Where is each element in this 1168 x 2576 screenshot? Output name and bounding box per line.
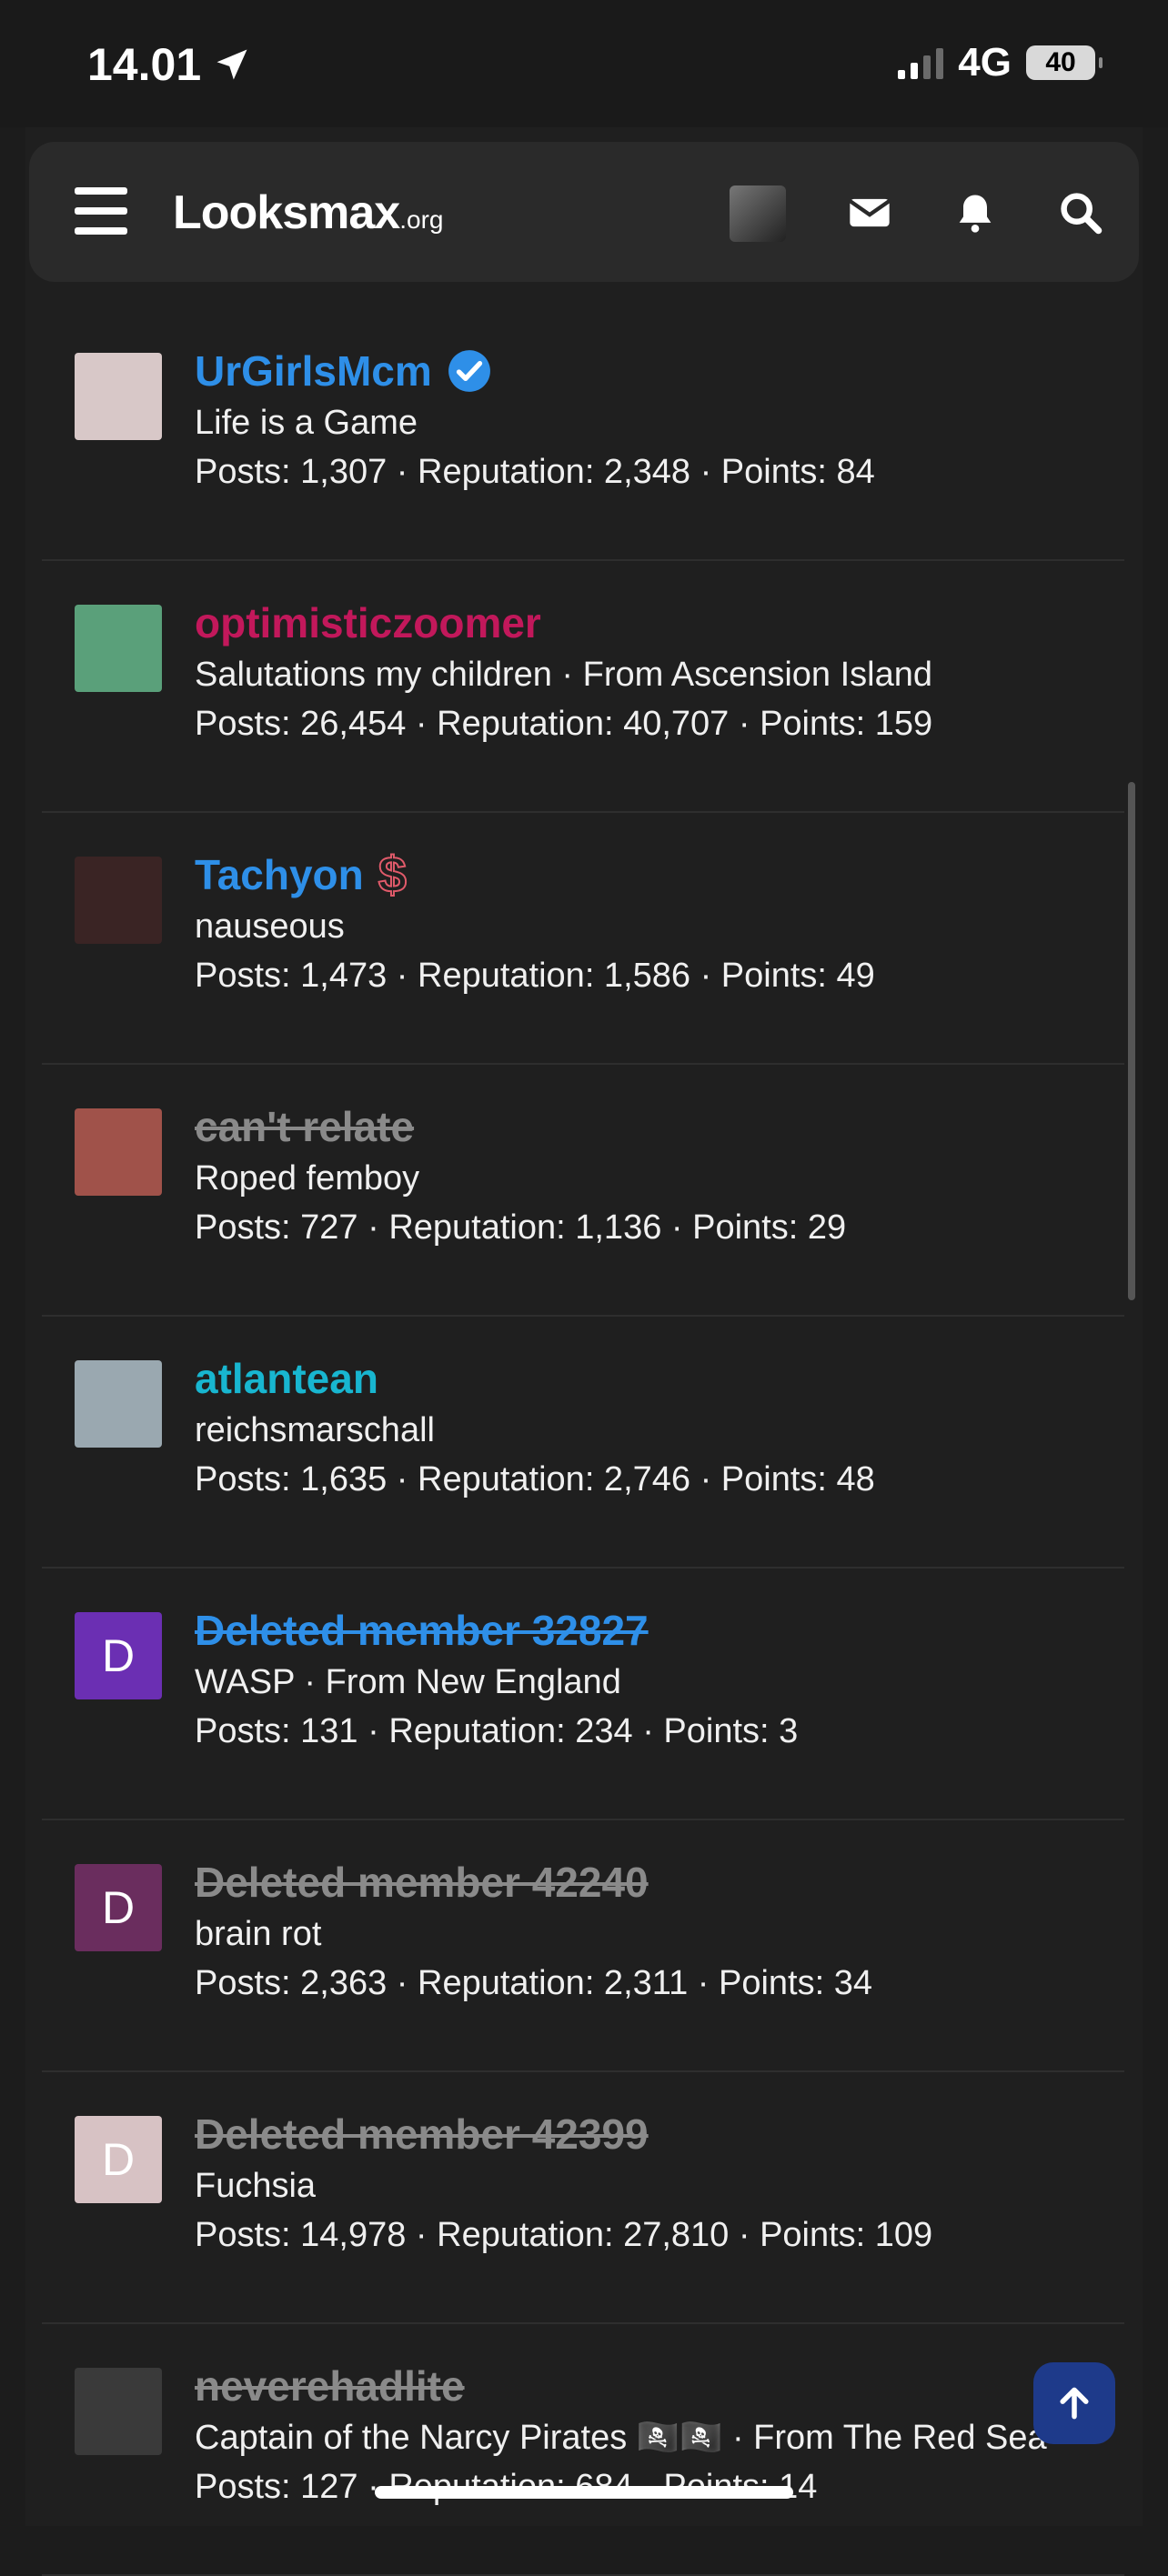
scroll-to-top-button[interactable] [1033, 2362, 1115, 2444]
dollar-badge-icon: $ [378, 846, 408, 903]
member-title: WASP · From New England [195, 1663, 621, 1701]
verified-badge-icon [448, 350, 490, 392]
time-text: 14.01 [87, 39, 202, 90]
home-indicator[interactable] [375, 2486, 793, 2499]
member-avatar[interactable] [75, 2368, 162, 2455]
member-username[interactable]: Tachyon [195, 847, 364, 902]
member-row[interactable]: neverehadlite Captain of the Narcy Pirate… [42, 2324, 1124, 2576]
bell-icon[interactable] [952, 189, 999, 236]
network-type: 4G [958, 40, 1012, 85]
member-username[interactable]: Deleted member 42240 [195, 1855, 649, 1909]
status-indicators: 4G 40 [898, 40, 1103, 85]
member-avatar[interactable] [75, 605, 162, 692]
member-stats: Posts: 1,473 · Reputation: 1,586 · Point… [195, 957, 875, 995]
member-title: reichsmarschall [195, 1411, 435, 1449]
member-title: Roped femboy [195, 1159, 420, 1198]
member-row[interactable]: can't relate Roped femboy Posts: 727 · Rep… [42, 1065, 1124, 1317]
member-avatar[interactable] [75, 857, 162, 944]
member-row[interactable]: UrGirlsMcm Life is a Game Posts: 1,307 · R… [42, 309, 1124, 561]
member-username[interactable]: can't relate [195, 1099, 414, 1154]
member-avatar[interactable]: D [75, 2116, 162, 2203]
page-content: Looksmax.org UrGirlsMcm Life is a Game Pos… [25, 127, 1143, 2576]
member-username[interactable]: neverehadlite [195, 2359, 465, 2413]
member-list: UrGirlsMcm Life is a Game Posts: 1,307 · R… [42, 309, 1124, 2576]
battery-level: 40 [1045, 47, 1076, 77]
member-stats: Posts: 131 · Reputation: 234 · Points: 3 [195, 1712, 799, 1750]
member-row[interactable]: D Deleted member 42399 Fuchsia Posts: 14,97… [42, 2072, 1124, 2324]
menu-icon[interactable] [75, 187, 127, 235]
member-avatar[interactable] [75, 1360, 162, 1448]
member-title: Fuchsia [195, 2167, 317, 2205]
member-row[interactable]: D Deleted member 42240 brain rot Posts: 2,3… [42, 1820, 1124, 2072]
member-username[interactable]: atlantean [195, 1351, 378, 1406]
member-username[interactable]: optimisticzoomer [195, 596, 541, 650]
member-title: Captain of the Narcy Pirates 🏴‍☠️🏴‍☠️ · … [195, 2419, 1047, 2457]
top-navbar: Looksmax.org [29, 142, 1139, 282]
logo-main-text: Looksmax [173, 186, 400, 239]
member-stats: Posts: 14,978 · Reputation: 27,810 · Poi… [195, 2216, 933, 2254]
scrollbar[interactable] [1128, 782, 1135, 1300]
member-avatar[interactable] [75, 1108, 162, 1196]
member-avatar[interactable]: D [75, 1612, 162, 1699]
member-title: nauseous [195, 907, 345, 946]
user-avatar[interactable] [730, 185, 786, 242]
site-logo[interactable]: Looksmax.org [173, 185, 443, 240]
status-time: 14.01 [87, 38, 252, 91]
location-arrow-icon [216, 49, 247, 80]
member-username[interactable]: UrGirlsMcm [195, 344, 432, 398]
member-stats: Posts: 2,363 · Reputation: 2,311 · Point… [195, 1964, 872, 2002]
member-title: brain rot [195, 1915, 322, 1953]
member-row[interactable]: optimisticzoomer Salutations my children … [42, 561, 1124, 813]
arrow-up-icon [1060, 2387, 1089, 2420]
member-row[interactable]: Tachyon $ nauseous Posts: 1,473 · Reputatio… [42, 813, 1124, 1065]
member-username[interactable]: Deleted member 32827 [195, 1603, 649, 1658]
member-stats: Posts: 1,307 · Reputation: 2,348 · Point… [195, 453, 875, 491]
member-row[interactable]: D Deleted member 32827 WASP · From New Eng… [42, 1569, 1124, 1820]
member-stats: Posts: 1,635 · Reputation: 2,746 · Point… [195, 1460, 875, 1498]
member-stats: Posts: 727 · Reputation: 1,136 · Points:… [195, 1208, 847, 1247]
logo-tld-text: .org [399, 205, 444, 234]
member-title: Salutations my children · From Ascension… [195, 656, 933, 694]
cellular-signal-icon [898, 46, 944, 79]
member-row[interactable]: atlantean reichsmarschall Posts: 1,635 · R… [42, 1317, 1124, 1569]
battery-icon: 40 [1026, 45, 1103, 80]
search-icon[interactable] [1057, 189, 1104, 236]
member-title: Life is a Game [195, 404, 418, 442]
status-bar: 14.01 4G 40 [0, 0, 1168, 127]
member-avatar[interactable]: D [75, 1864, 162, 1951]
member-username[interactable]: Deleted member 42399 [195, 2107, 649, 2161]
member-stats: Posts: 26,454 · Reputation: 40,707 · Poi… [195, 705, 933, 743]
member-avatar[interactable] [75, 353, 162, 440]
messages-icon[interactable] [846, 189, 893, 236]
